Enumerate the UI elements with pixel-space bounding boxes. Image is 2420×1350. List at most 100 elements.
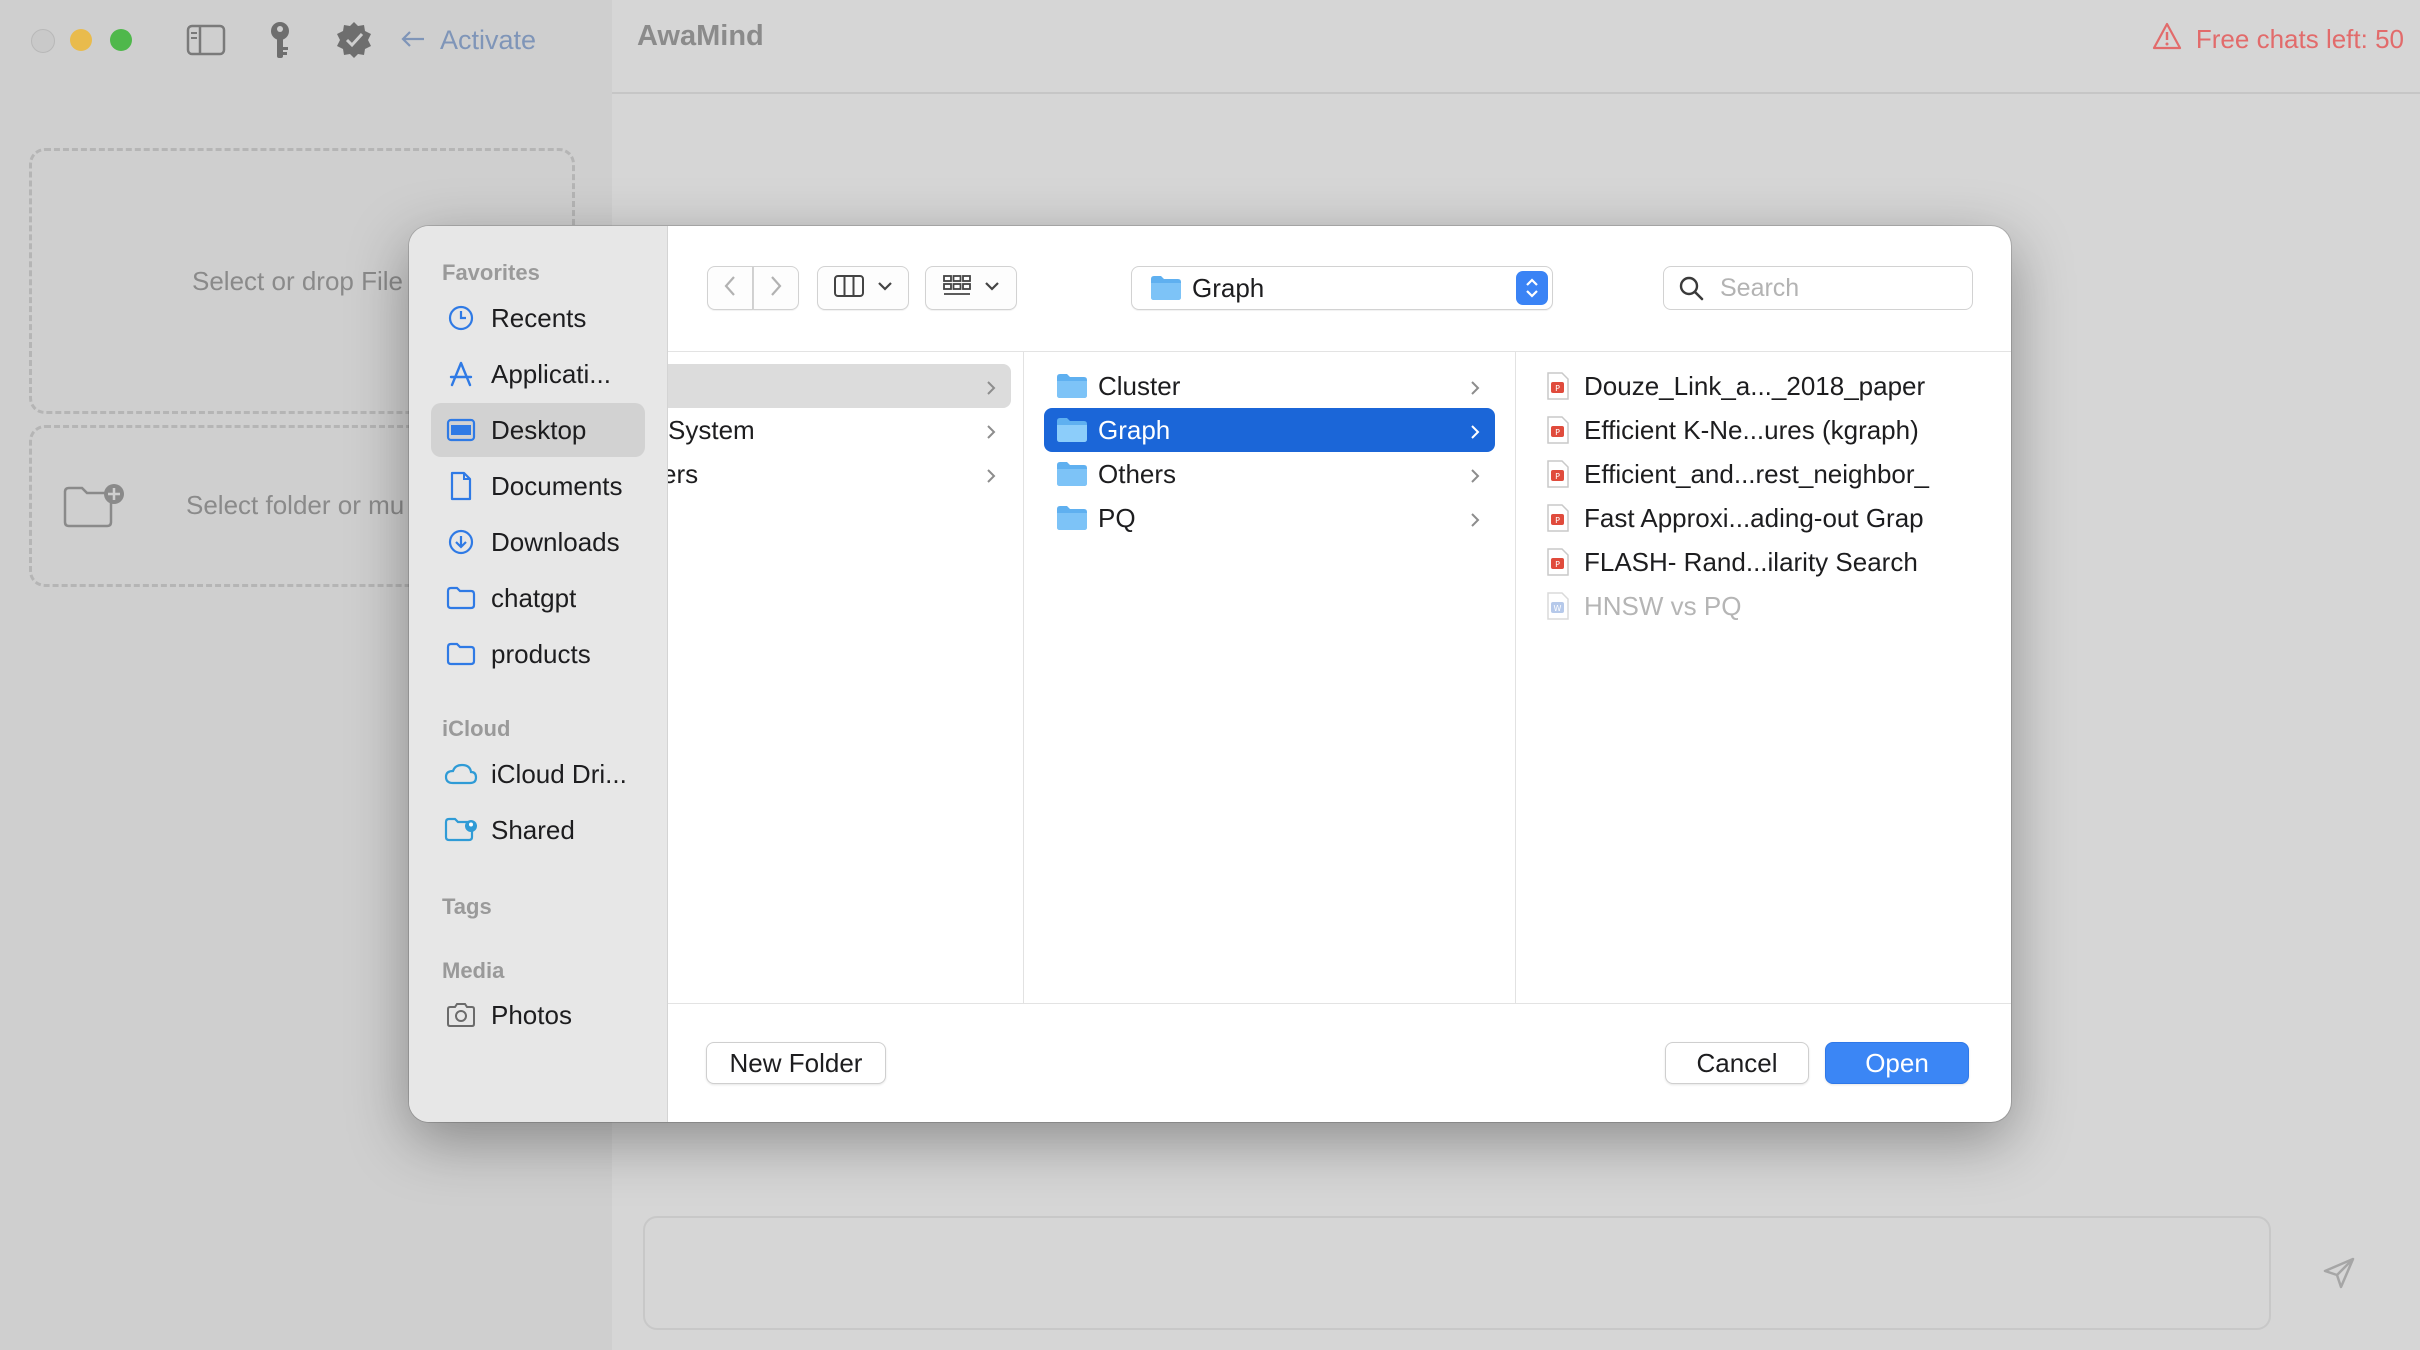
- sidebar-item-documents[interactable]: Documents: [431, 459, 645, 513]
- activate-link[interactable]: Activate: [400, 22, 536, 58]
- sidebar-item-label: Applicati...: [491, 358, 611, 389]
- sidebar-item-shared[interactable]: Shared: [431, 803, 645, 857]
- list-item[interactable]: [668, 364, 1011, 408]
- folder-plus-icon: [62, 482, 128, 537]
- chevron-right-icon: [985, 374, 997, 405]
- sidebar-item-downloads[interactable]: Downloads: [431, 515, 645, 569]
- list-item-label: Efficient_and...rest_neighbor_: [1584, 458, 1929, 489]
- file-item-pdf[interactable]: P Efficient_and...rest_neighbor_: [1516, 452, 2011, 496]
- folder-item-others[interactable]: Others: [1044, 452, 1495, 496]
- minimize-window-button[interactable]: [70, 29, 92, 51]
- chevron-right-icon: [1469, 418, 1481, 449]
- activate-label: Activate: [440, 24, 537, 55]
- key-icon[interactable]: [258, 18, 302, 62]
- search-field[interactable]: [1663, 266, 1973, 310]
- sidebar-item-label: Documents: [491, 470, 623, 501]
- column-view-icon: [833, 274, 865, 303]
- svg-text:P: P: [1555, 472, 1560, 481]
- pdf-file-icon: P: [1546, 415, 1570, 445]
- list-item-label: System: [668, 414, 755, 445]
- view-mode-button[interactable]: [817, 266, 909, 310]
- svg-text:P: P: [1555, 560, 1560, 569]
- column-browser: System ers Cluster Graph Others: [668, 351, 2011, 1004]
- sidebar-item-desktop[interactable]: Desktop: [431, 403, 645, 457]
- sidebar-item-recents[interactable]: Recents: [431, 291, 645, 345]
- chevron-right-icon: [1469, 506, 1481, 537]
- list-item-label: Douze_Link_a..._2018_paper: [1584, 370, 1926, 401]
- app-title: AwaMind: [637, 20, 764, 52]
- browser-column-1: System ers: [668, 352, 1024, 1003]
- folder-icon: [443, 580, 479, 616]
- sidebar-item-icloud-drive[interactable]: iCloud Dri...: [431, 747, 645, 801]
- sidebar-item-label: chatgpt: [491, 582, 577, 613]
- download-icon: [443, 524, 479, 560]
- up-down-chevron-icon: [1516, 271, 1548, 305]
- folder-item-graph[interactable]: Graph: [1044, 408, 1495, 452]
- group-by-button[interactable]: [925, 266, 1017, 310]
- free-chats-label: Free chats left: 50: [2195, 24, 2404, 54]
- sidebar-toggle-icon[interactable]: [184, 18, 228, 62]
- desktop-icon: [443, 412, 479, 448]
- file-item-pdf[interactable]: P FLASH- Rand...ilarity Search: [1516, 540, 2011, 584]
- close-window-button[interactable]: [31, 29, 55, 53]
- browser-column-2: Cluster Graph Others PQ: [1024, 352, 1516, 1003]
- pdf-file-icon: P: [1546, 459, 1570, 489]
- send-icon[interactable]: [2322, 1256, 2356, 1295]
- pdf-file-icon: P: [1546, 371, 1570, 401]
- location-popup[interactable]: Graph: [1131, 266, 1553, 310]
- group-grid-icon: [942, 274, 972, 303]
- chevron-right-icon: [985, 418, 997, 449]
- sidebar-item-label: Recents: [491, 302, 587, 333]
- forward-icon: [769, 275, 783, 302]
- sidebar-section-tags: Tags: [442, 894, 492, 919]
- list-item-label: Others: [1098, 458, 1177, 489]
- message-input[interactable]: [643, 1216, 2271, 1330]
- back-button[interactable]: [707, 266, 753, 310]
- sidebar-item-applications[interactable]: Applicati...: [431, 347, 645, 401]
- sidebar-item-chatgpt[interactable]: chatgpt: [431, 571, 645, 625]
- search-input[interactable]: [1718, 272, 1952, 304]
- svg-text:P: P: [1555, 516, 1560, 525]
- file-item-disabled: W HNSW vs PQ: [1516, 584, 2011, 628]
- sidebar-item-label: Shared: [491, 814, 575, 845]
- warning-icon: [2152, 22, 2182, 57]
- file-item-pdf[interactable]: P Efficient K-Ne...ures (kgraph): [1516, 408, 2011, 452]
- list-item-label: Efficient K-Ne...ures (kgraph): [1584, 414, 1919, 445]
- new-folder-button[interactable]: New Folder: [706, 1042, 886, 1084]
- sidebar-item-photos[interactable]: Photos: [431, 988, 645, 1042]
- open-button[interactable]: Open: [1825, 1042, 1969, 1084]
- folder-item-pq[interactable]: PQ: [1044, 496, 1495, 540]
- arrow-left-icon: [400, 25, 426, 56]
- location-label: Graph: [1192, 272, 1265, 303]
- folder-icon: [1150, 275, 1182, 301]
- word-file-icon: W: [1546, 591, 1570, 621]
- sidebar-item-label: Photos: [491, 999, 572, 1030]
- cancel-button[interactable]: Cancel: [1665, 1042, 1809, 1084]
- verified-badge-icon[interactable]: [332, 18, 376, 62]
- sidebar-section-icloud: iCloud: [442, 716, 511, 741]
- open-file-dialog: Favorites Recents Applicati... Desktop D…: [409, 226, 2011, 1122]
- svg-text:W: W: [1554, 604, 1562, 613]
- list-item-label: Cluster: [1098, 370, 1181, 401]
- sidebar-item-label: Desktop: [491, 414, 587, 445]
- chevron-down-icon: [877, 279, 893, 297]
- sidebar-item-label: Downloads: [491, 526, 620, 557]
- back-icon: [723, 275, 737, 302]
- cloud-icon: [443, 756, 479, 792]
- file-item-pdf[interactable]: P Douze_Link_a..._2018_paper: [1516, 364, 2011, 408]
- list-item-label: HNSW vs PQ: [1584, 590, 1742, 621]
- forward-button[interactable]: [753, 266, 799, 310]
- maximize-window-button[interactable]: [110, 29, 132, 51]
- shared-folder-icon: [443, 812, 479, 848]
- list-item-label: PQ: [1098, 502, 1136, 533]
- folder-icon: [1056, 461, 1088, 487]
- list-item[interactable]: ers: [668, 452, 1011, 496]
- file-item-pdf[interactable]: P Fast Approxi...ading-out Grap: [1516, 496, 2011, 540]
- app-header: [612, 0, 2420, 94]
- folder-item-cluster[interactable]: Cluster: [1044, 364, 1495, 408]
- svg-text:P: P: [1555, 428, 1560, 437]
- sidebar-item-products[interactable]: products: [431, 627, 645, 681]
- sidebar-section-favorites: Favorites: [442, 260, 540, 285]
- list-item[interactable]: System: [668, 408, 1011, 452]
- search-icon: [1678, 275, 1704, 301]
